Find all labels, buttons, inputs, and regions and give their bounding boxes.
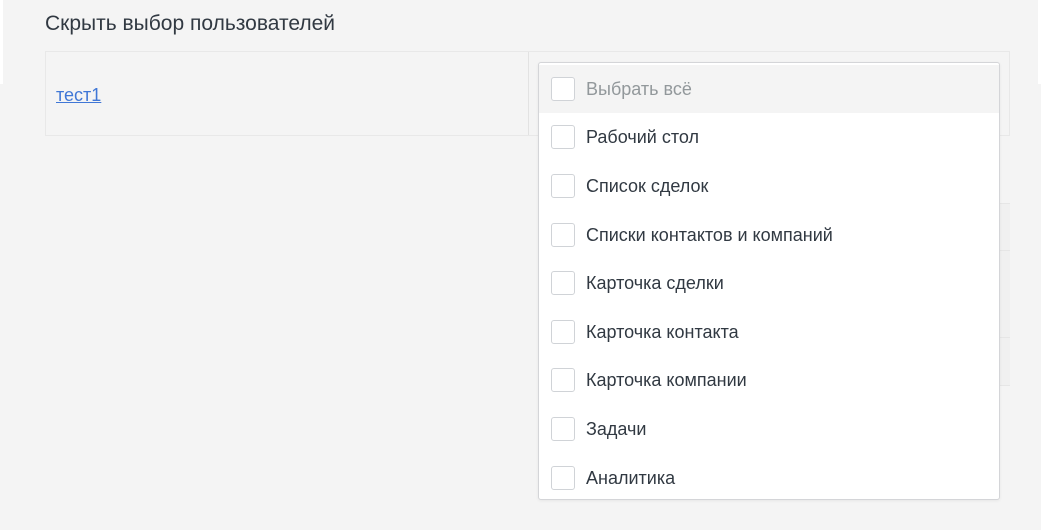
- option-checkbox[interactable]: [551, 271, 575, 295]
- option-checkbox[interactable]: [551, 174, 575, 198]
- section-title: Скрыть выбор пользователей: [45, 12, 336, 35]
- option-analytics[interactable]: Аналитика: [539, 454, 999, 499]
- select-all-checkbox[interactable]: [551, 77, 575, 101]
- sections-dropdown: Выбрать всё Рабочий стол Список сделок С…: [538, 62, 1000, 500]
- option-checkbox[interactable]: [551, 466, 575, 490]
- option-label: Карточка контакта: [586, 322, 739, 342]
- option-label: Задачи: [586, 419, 647, 439]
- option-checkbox[interactable]: [551, 320, 575, 344]
- option-dashboard[interactable]: Рабочий стол: [539, 113, 999, 161]
- option-label: Карточка компании: [586, 370, 747, 390]
- option-contacts-companies-list[interactable]: Списки контактов и компаний: [539, 211, 999, 259]
- option-checkbox[interactable]: [551, 417, 575, 441]
- option-company-card[interactable]: Карточка компании: [539, 356, 999, 404]
- option-tasks[interactable]: Задачи: [539, 405, 999, 453]
- option-label: Карточка сделки: [586, 273, 724, 293]
- option-label: Аналитика: [586, 468, 676, 488]
- option-deal-card[interactable]: Карточка сделки: [539, 259, 999, 307]
- user-link[interactable]: тест1: [56, 84, 101, 106]
- option-label: Списки контактов и компаний: [586, 225, 833, 245]
- option-deals-list[interactable]: Список сделок: [539, 162, 999, 210]
- option-checkbox[interactable]: [551, 223, 575, 247]
- column-divider: [528, 52, 529, 135]
- option-label: Список сделок: [586, 176, 709, 196]
- option-contact-card[interactable]: Карточка контакта: [539, 308, 999, 356]
- settings-page: Скрыть выбор пользователей тест1 Выбрать…: [0, 0, 1041, 530]
- option-select-all[interactable]: Выбрать всё: [539, 65, 999, 113]
- option-label: Рабочий стол: [586, 127, 699, 147]
- option-checkbox[interactable]: [551, 125, 575, 149]
- option-checkbox[interactable]: [551, 368, 575, 392]
- option-label: Выбрать всё: [586, 79, 692, 99]
